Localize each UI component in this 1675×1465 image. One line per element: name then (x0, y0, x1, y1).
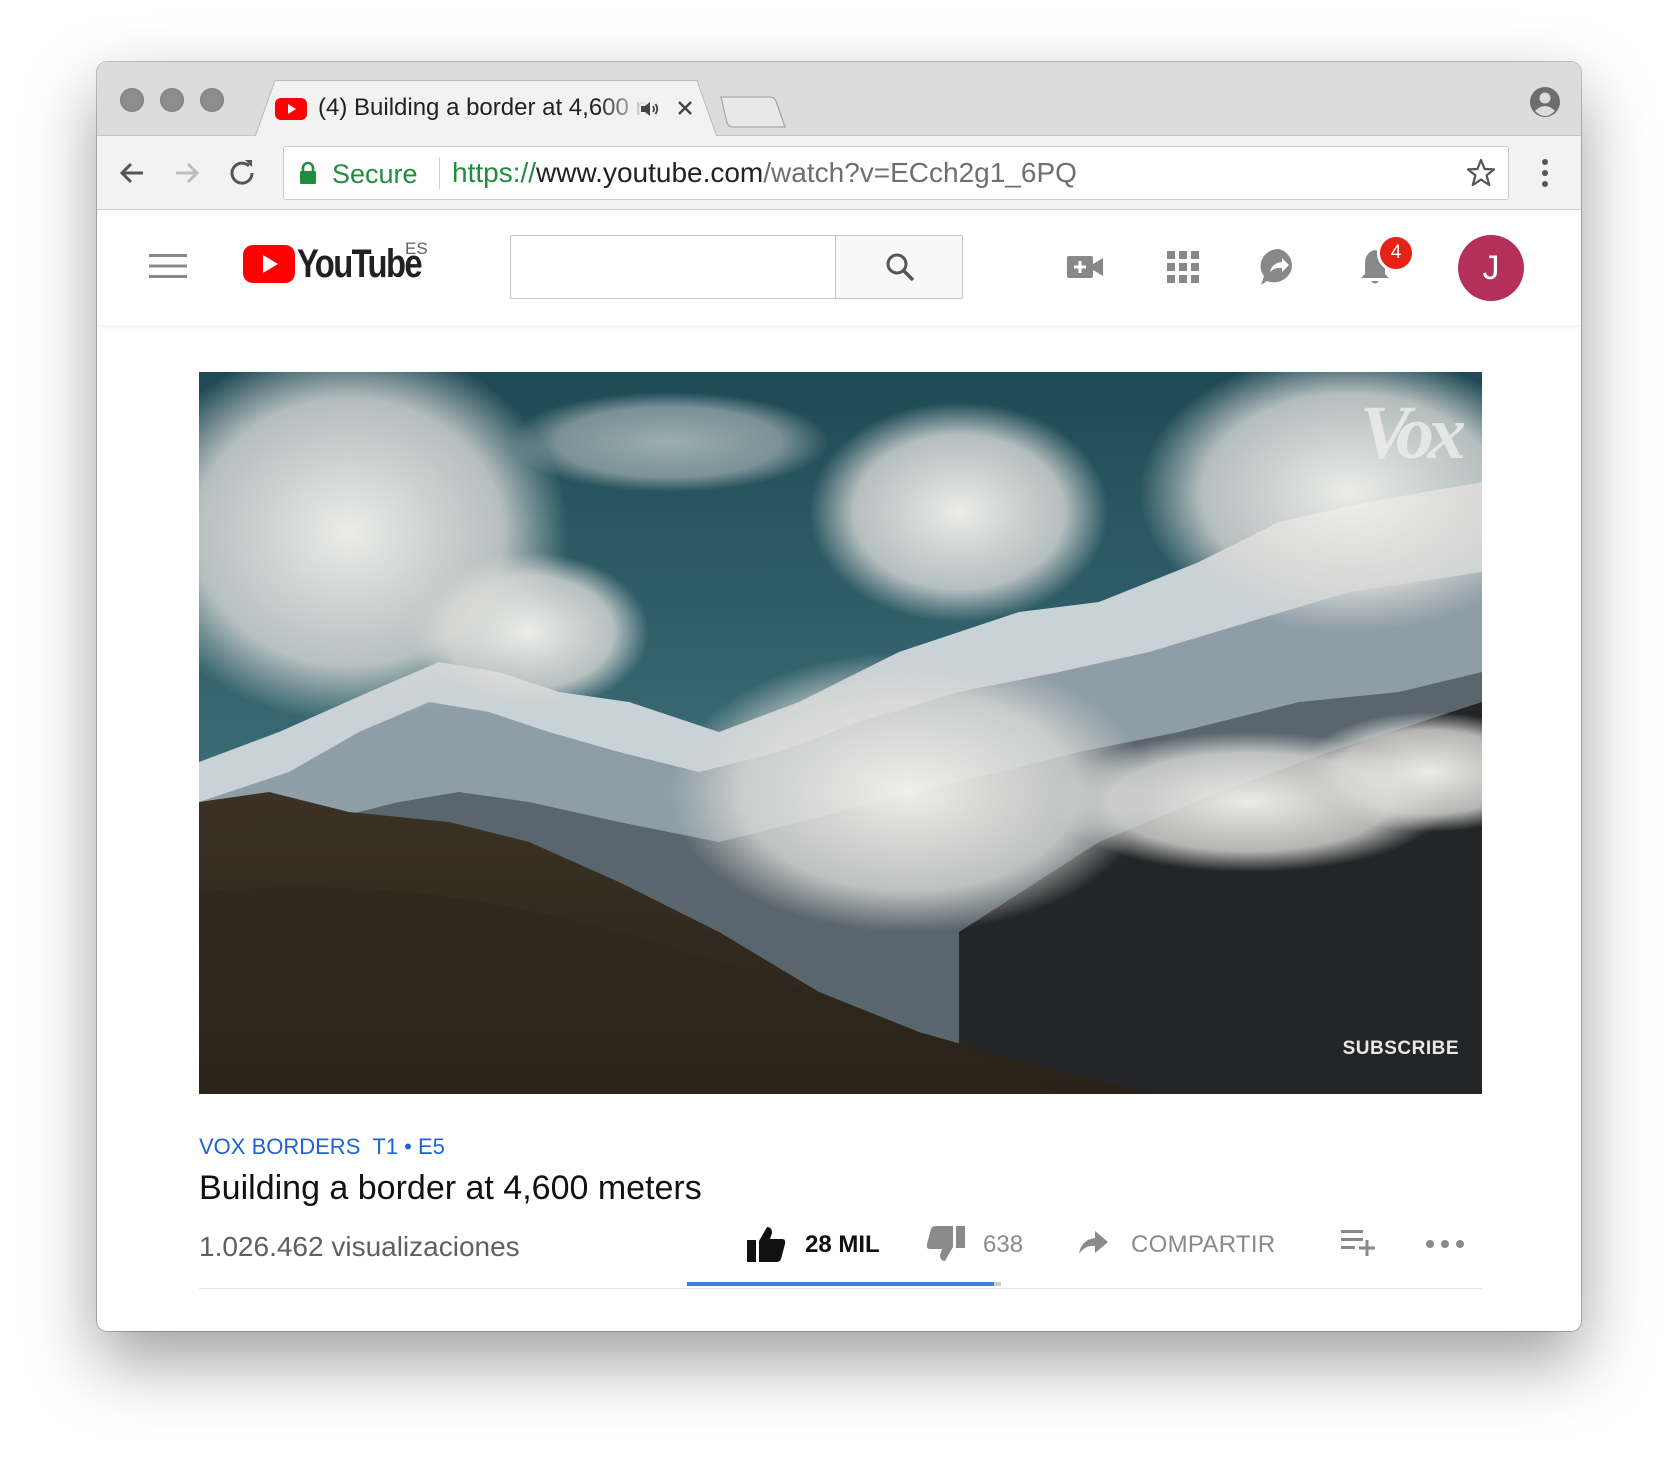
view-count: 1.026.462 visualizaciones (199, 1231, 520, 1262)
browser-window: (4) Building a border at 4,600 meters - … (97, 62, 1581, 1331)
youtube-favicon-icon (275, 98, 307, 120)
messages-share-icon[interactable] (1257, 245, 1301, 289)
add-to-playlist-button[interactable] (1339, 1220, 1379, 1268)
like-ratio-fill (687, 1282, 995, 1286)
like-button[interactable]: 28 MIL (745, 1220, 885, 1268)
thumbs-down-icon (926, 1226, 965, 1261)
account-avatar[interactable]: J (1458, 235, 1524, 301)
address-bar[interactable]: Secure https://www.youtube.com/watch?v=E… (283, 146, 1509, 200)
vox-watermark: Vox (1359, 391, 1466, 475)
bookmark-star-icon[interactable] (1466, 158, 1496, 188)
dislike-button[interactable]: 638 (925, 1220, 1035, 1268)
reload-icon[interactable] (225, 156, 259, 190)
apps-grid-icon[interactable] (1161, 245, 1205, 289)
lock-icon (300, 161, 316, 184)
video-title: Building a border at 4,600 meters (199, 1169, 702, 1207)
browser-toolbar: Secure https://www.youtube.com/watch?v=E… (97, 136, 1581, 210)
tab-title: (4) Building a border at 4,600 meters - … (318, 94, 648, 121)
zoom-window-button[interactable] (200, 88, 224, 112)
share-arrow-icon (1079, 1231, 1108, 1254)
new-tab-button[interactable] (720, 96, 786, 128)
create-video-icon[interactable] (1063, 245, 1107, 289)
browser-menu-icon[interactable] (1527, 154, 1563, 192)
subscribe-overlay-button[interactable]: SUBSCRIBE (1343, 1038, 1459, 1060)
more-actions-button[interactable] (1423, 1220, 1467, 1268)
share-label: COMPARTIR (1131, 1231, 1276, 1258)
video-player[interactable]: Vox SUBSCRIBE (199, 372, 1482, 1094)
guide-menu-icon[interactable] (149, 251, 187, 281)
thumbs-up-icon (747, 1227, 786, 1262)
audio-playing-icon[interactable] (638, 98, 660, 120)
dislike-count: 638 (983, 1231, 1024, 1258)
search-icon (886, 253, 915, 282)
info-divider (199, 1288, 1482, 1289)
url-host: www.youtube.com (536, 157, 764, 188)
search-input[interactable] (510, 235, 836, 299)
tab-strip: (4) Building a border at 4,600 meters - … (97, 62, 1581, 137)
series-link[interactable]: VOX BORDERS (199, 1134, 360, 1159)
url-text[interactable]: https://www.youtube.com/watch?v=ECch2g1_… (452, 157, 1077, 189)
youtube-logo-icon[interactable] (243, 245, 295, 283)
series-breadcrumb[interactable]: VOX BORDERS T1 • E5 (199, 1133, 445, 1161)
like-dislike-ratio-bar (687, 1282, 1001, 1286)
more-horizontal-icon (1426, 1240, 1464, 1248)
episode-label[interactable]: T1 • E5 (372, 1134, 445, 1159)
browser-profile-icon[interactable] (1529, 86, 1561, 118)
share-button[interactable]: COMPARTIR (1075, 1220, 1285, 1268)
like-count: 28 MIL (805, 1231, 880, 1258)
url-path: /watch?v=ECch2g1_6PQ (763, 157, 1077, 188)
search-button[interactable] (835, 235, 963, 299)
youtube-masthead: YouTube ES 4 J (97, 211, 1581, 325)
youtube-logo-text[interactable]: YouTube (297, 241, 423, 287)
omnibox-divider (439, 157, 440, 189)
back-arrow-icon[interactable] (115, 156, 149, 190)
url-scheme: https:// (452, 157, 537, 188)
forward-arrow-icon[interactable] (170, 156, 204, 190)
notification-count-badge[interactable]: 4 (1377, 234, 1415, 272)
secure-label[interactable]: Secure (332, 158, 418, 190)
minimize-window-button[interactable] (160, 88, 184, 112)
close-tab-icon[interactable] (674, 97, 696, 119)
close-window-button[interactable] (120, 88, 144, 112)
video-frame-mountain-image (199, 372, 1482, 1094)
playlist-add-icon (1341, 1230, 1375, 1256)
region-code: ES (405, 239, 428, 258)
